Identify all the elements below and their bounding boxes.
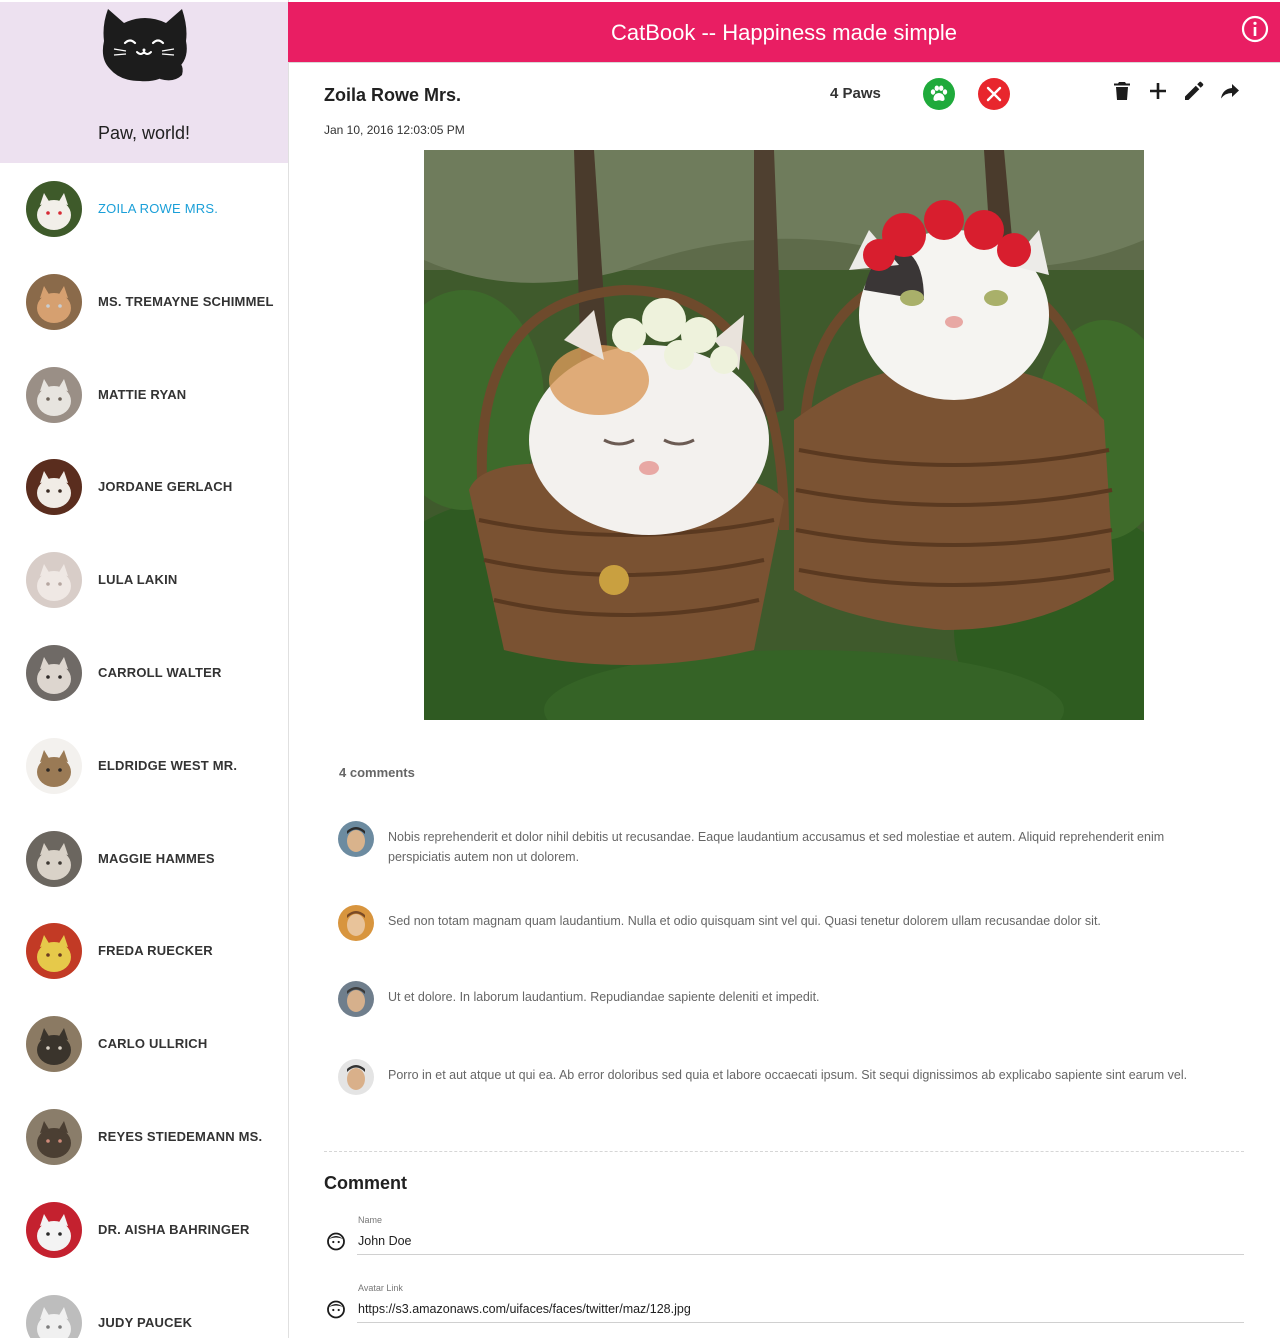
sidebar-item-cat[interactable]: Zoila Rowe Mrs. [0, 163, 288, 256]
info-icon[interactable] [1241, 15, 1269, 43]
commenter-avatar [338, 905, 374, 941]
cat-name: Zoila Rowe Mrs. [98, 201, 219, 216]
cat-name: Carroll Walter [98, 664, 222, 680]
cat-name: Dr. Aisha Bahringer [98, 1221, 250, 1237]
paws-count: 4 Paws [830, 85, 881, 102]
cat-avatar [26, 923, 82, 980]
post-date: Jan 10, 2016 12:03:05 PM [324, 123, 465, 137]
cat-avatar [26, 459, 82, 516]
share-icon[interactable] [1218, 79, 1242, 103]
cat-photo [424, 150, 1144, 720]
sidebar-item-cat[interactable]: Dr. Aisha Bahringer [0, 1184, 288, 1277]
cat-avatar [26, 830, 82, 887]
cat-name: Ms. Tremayne Schimmel [98, 293, 274, 309]
sidebar-item-cat[interactable]: Ms. Tremayne Schimmel [0, 256, 288, 349]
paw-button[interactable] [923, 78, 955, 110]
sidebar-item-cat[interactable]: Lula Lakin [0, 534, 288, 627]
cat-name: Judy Paucek [98, 1314, 193, 1330]
cat-avatar [26, 273, 82, 330]
face-icon [327, 1300, 345, 1319]
cat-avatar [26, 644, 82, 701]
cat-avatar [26, 552, 82, 609]
sidebar-item-cat[interactable]: Eldridge West Mr. [0, 720, 288, 813]
app-title: CatBook -- Happiness made simple [610, 20, 958, 45]
cat-list: Zoila Rowe Mrs. Ms. Tremayne Schimmel Matt… [0, 163, 288, 1338]
cat-name: Carlo Ullrich [98, 1036, 208, 1052]
comment-text: Nobis reprehenderit et dolor nihil debit… [388, 830, 1165, 864]
comment-text: Porro in et aut atque ut qui ea. Ab erro… [388, 1068, 1188, 1082]
paw-icon [930, 85, 948, 101]
name-label: Name [358, 1215, 383, 1225]
sidebar-item-cat[interactable]: Mattie Ryan [0, 349, 288, 442]
sidebar-item-cat[interactable]: Carroll Walter [0, 627, 288, 720]
commenter-avatar [338, 1059, 374, 1095]
cat-avatar [26, 737, 82, 794]
sidebar: Paw, world! Zoila Rowe Mrs. Ms. Tremayne … [0, 0, 289, 1338]
sidebar-item-cat[interactable]: Carlo Ullrich [0, 998, 288, 1091]
commenter-avatar [338, 981, 374, 1017]
cat-avatar [26, 366, 82, 423]
delete-icon[interactable] [1110, 79, 1134, 103]
sidebar-item-cat[interactable]: Freda Ruecker [0, 905, 288, 998]
close-icon [986, 86, 1002, 102]
cat-avatar [26, 1294, 82, 1338]
comment-text: Sed non totam magnam quam laudantium. Nu… [388, 914, 1101, 928]
avatar-link-field: Avatar Link [326, 1283, 1244, 1329]
name-input[interactable] [357, 1227, 1244, 1255]
avatar-link-input[interactable] [357, 1295, 1244, 1323]
app-toolbar: CatBook -- Happiness made simple [288, 2, 1280, 62]
cat-name: Freda Ruecker [98, 943, 213, 959]
comment-text: Ut et dolore. In laborum laudantium. Rep… [388, 990, 820, 1004]
cat-name: Mattie Ryan [98, 386, 187, 402]
reject-button[interactable] [978, 78, 1010, 110]
sidebar-header: Paw, world! [0, 2, 288, 163]
cat-name: Jordane Gerlach [98, 479, 233, 495]
name-field: Name [326, 1215, 1244, 1261]
cat-avatar [26, 1201, 82, 1258]
cat-avatar [26, 1016, 82, 1073]
post-detail: Zoila Rowe Mrs. Jan 10, 2016 12:03:05 PM… [289, 62, 1280, 1338]
face-icon [327, 1232, 345, 1251]
avatar-link-label: Avatar Link [358, 1283, 403, 1293]
comments-count: 4 comments [339, 765, 415, 780]
cat-logo-icon [102, 9, 187, 82]
commenter-avatar [338, 821, 374, 857]
add-icon[interactable] [1146, 79, 1170, 103]
sidebar-item-cat[interactable]: Jordane Gerlach [0, 441, 288, 534]
sidebar-item-cat[interactable]: Maggie Hammes [0, 813, 288, 906]
cat-avatar [26, 1108, 82, 1165]
greeting-text: Paw, world! [97, 123, 191, 143]
sidebar-item-cat[interactable]: Reyes Stiedemann Ms. [0, 1091, 288, 1184]
cat-name: Lula Lakin [98, 572, 178, 588]
cat-avatar [26, 181, 82, 237]
edit-icon[interactable] [1182, 79, 1206, 103]
cat-name: Eldridge West Mr. [98, 757, 238, 773]
post-title: Zoila Rowe Mrs. [324, 85, 462, 105]
cat-name: Maggie Hammes [98, 850, 215, 866]
sidebar-item-cat[interactable]: Judy Paucek [0, 1277, 288, 1338]
section-divider [324, 1151, 1244, 1152]
comment-form-heading: Comment [324, 1173, 408, 1193]
cat-name: Reyes Stiedemann Ms. [98, 1128, 263, 1144]
